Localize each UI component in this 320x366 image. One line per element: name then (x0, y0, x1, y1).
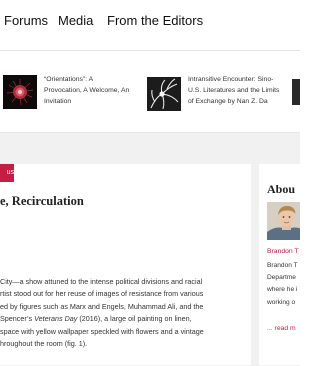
body-line: space with yellow wallpaper speckled wit… (0, 326, 204, 336)
featured-link-intransitive-encounter[interactable]: Intransitive Encounter: Sino- U.S. Liter… (188, 74, 279, 107)
nav-forums[interactable]: Forums (4, 13, 48, 28)
featured-articles-strip: “Orientations”: A Provocation, A Welcome… (0, 51, 300, 131)
partial-thumbnail-image[interactable] (292, 79, 300, 105)
body-line: hroughout the room (fig. 1). (0, 339, 88, 349)
author-name-link[interactable]: Brandon T (267, 248, 299, 255)
featured-link-orientations[interactable]: “Orientations”: A Provocation, A Welcome… (44, 74, 129, 107)
red-seed-pod-image[interactable] (3, 75, 37, 109)
body-line: City—a show attuned to the intense polit… (0, 277, 203, 286)
body-line-suffix: (2016), a large oil painting on linen, (77, 314, 192, 324)
body-line: Spencer’s Veterans Day (2016), a large o… (0, 313, 250, 325)
author-portrait (267, 202, 300, 240)
category-badge[interactable]: us (0, 164, 14, 182)
nav-from-the-editors[interactable]: From the Editors (107, 13, 203, 28)
article-body: City—a show attuned to the intense polit… (0, 276, 250, 350)
read-more-link[interactable]: ... read m (267, 325, 296, 332)
body-line: ed by figures such as Marx and Engels, M… (0, 301, 204, 311)
about-heading: Abou (267, 182, 296, 196)
body-line: rtist stood out for her reuse of images … (0, 289, 204, 299)
body-line-prefix: Spencer’s (0, 314, 35, 324)
author-bio: Brandon T Departme where he i working o (267, 262, 298, 306)
artwork-title: Veterans Day (34, 314, 78, 324)
nav-media[interactable]: Media (58, 13, 93, 28)
white-flower-image[interactable] (147, 77, 181, 111)
about-author-card: Abou Brandon T Brandon T Departme where … (259, 164, 300, 365)
top-navigation: Forums Media From the Editors (0, 0, 300, 51)
article-title: e, Recirculation (0, 194, 84, 208)
